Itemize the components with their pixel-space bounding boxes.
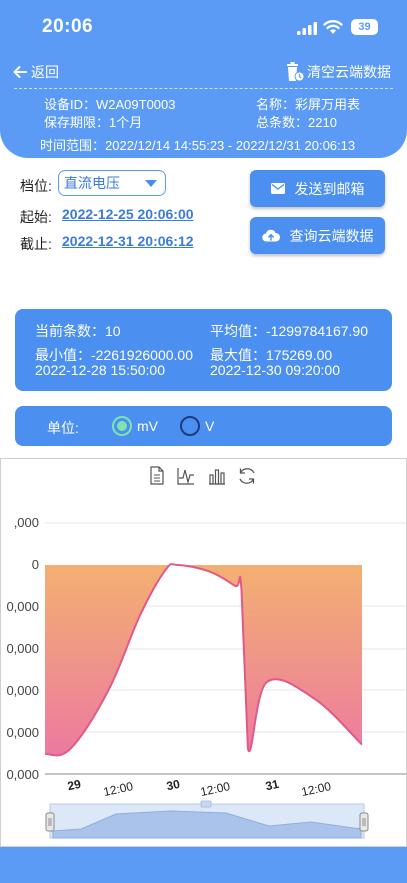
status-bar: 20:06 39	[0, 0, 407, 54]
back-button[interactable]: 返回	[12, 58, 59, 86]
y-tick-label: 0	[32, 557, 39, 572]
line-chart-icon[interactable]	[177, 468, 194, 485]
battery-indicator: 39	[351, 19, 378, 35]
x-tick-label: 12:00	[300, 779, 333, 799]
y-tick-label: 0,000	[6, 641, 39, 656]
unit-option-mv: mV	[137, 418, 158, 434]
query-cloud-button[interactable]: 查询云端数据	[250, 217, 385, 254]
wifi-icon	[323, 20, 343, 34]
send-email-label: 发送到邮箱	[294, 180, 365, 197]
y-tick-label: 0,000	[6, 725, 39, 740]
clear-cloud-button[interactable]: 清空云端数据	[285, 58, 391, 86]
y-tick-label: ,000	[14, 515, 39, 530]
start-label: 起始:	[20, 209, 52, 225]
min-time: 2022-12-28 15:50:00	[35, 362, 165, 378]
bar-chart-icon[interactable]	[209, 469, 225, 485]
arrow-left-icon	[13, 66, 27, 78]
device-name: 名称：彩屏万用表	[256, 97, 361, 112]
average-value: 平均值：-1299784167.90	[210, 323, 368, 339]
retention-period: 保存期限：1个月	[44, 115, 143, 130]
end-label: 截止:	[20, 236, 52, 252]
header-divider	[14, 88, 393, 89]
x-tick-label: 12:00	[102, 779, 135, 799]
query-cloud-label: 查询云端数据	[289, 227, 374, 244]
y-tick-label: 0,000	[6, 767, 39, 782]
y-tick-label: 0,000	[6, 599, 39, 614]
zoom-handle-right[interactable]	[359, 812, 369, 832]
x-tick-label: 12:00	[199, 779, 232, 799]
bottom-bar	[0, 847, 407, 883]
cloud-upload-icon	[261, 229, 280, 242]
unit-radio-mv[interactable]	[112, 416, 132, 436]
y-axis-labels: ,000 0 0,000 0,000 0,000 0,000 0,000	[6, 515, 39, 782]
unit-option-v: V	[205, 418, 215, 434]
time-range: 时间范围：2022/12/14 14:55:23 - 2022/12/31 20…	[40, 138, 356, 153]
mail-icon	[270, 183, 285, 194]
start-date-link[interactable]: 2022-12-25 20:06:00	[62, 206, 194, 222]
data-view-icon[interactable]	[150, 466, 164, 485]
unit-card: 单位: mV V	[15, 406, 392, 446]
x-tick-label: 30	[165, 777, 181, 794]
x-axis-labels: 29 12:00 30 12:00 31 12:00	[66, 777, 332, 799]
status-time: 20:06	[42, 16, 94, 37]
trash-icon	[287, 62, 305, 82]
back-label: 返回	[31, 64, 59, 80]
max-time: 2022-12-30 09:20:00	[210, 362, 340, 378]
current-count: 当前条数：10	[35, 323, 121, 339]
unit-radio-v[interactable]	[180, 416, 200, 436]
nav-row: 返回 清空云端数据	[0, 58, 407, 86]
end-date-link[interactable]: 2022-12-31 20:06:12	[62, 233, 194, 249]
gear-select-value: 直流电压	[64, 175, 120, 191]
app-header: 20:06 39 返回 清空云端数据 设备ID：W2A09T0003 名称：彩屏…	[0, 0, 407, 158]
caret-down-icon	[145, 180, 157, 187]
x-tick-label: 31	[264, 777, 280, 794]
chart-area-fill	[45, 563, 362, 756]
signal-icon	[297, 22, 317, 35]
chart-container: ,000 0 0,000 0,000 0,000 0,000 0,000 29 …	[0, 458, 407, 847]
zoom-slider[interactable]	[49, 800, 365, 839]
total-count: 总条数：2210	[256, 115, 337, 130]
send-email-button[interactable]: 发送到邮箱	[250, 170, 385, 207]
gear-select[interactable]: 直流电压	[58, 170, 166, 196]
restore-icon[interactable]	[239, 468, 255, 484]
chart-svg: ,000 0 0,000 0,000 0,000 0,000 0,000 29 …	[6, 466, 406, 839]
x-tick-label: 29	[66, 777, 82, 794]
clear-cloud-label: 清空云端数据	[307, 64, 391, 80]
zoom-handle-left[interactable]	[45, 812, 55, 832]
stats-card: 当前条数：10 平均值：-1299784167.90 最小值：-22619260…	[15, 309, 392, 391]
y-tick-label: 0,000	[6, 683, 39, 698]
device-id: 设备ID：W2A09T0003	[44, 97, 176, 112]
gear-label: 档位:	[20, 178, 52, 194]
unit-label: 单位:	[47, 420, 79, 436]
